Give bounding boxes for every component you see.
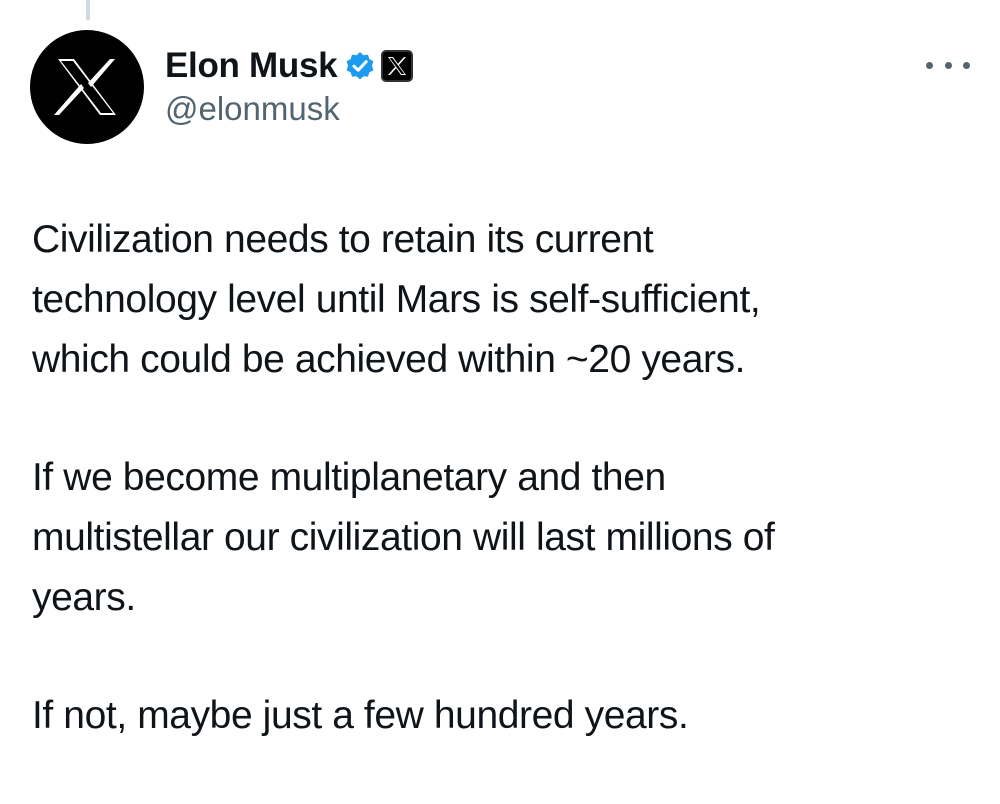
x-logo-icon xyxy=(54,59,116,115)
avatar[interactable] xyxy=(30,30,144,144)
more-dot xyxy=(944,61,952,69)
tweet-paragraph: If not, maybe just a few hundred years. xyxy=(32,694,689,737)
more-dot xyxy=(963,61,970,69)
tweet-text: Civilization needs to retain its current… xyxy=(32,210,972,804)
author-display-name[interactable]: Elon Musk xyxy=(165,46,338,86)
x-affiliate-badge-icon[interactable] xyxy=(381,50,414,82)
author-handle[interactable]: @elonmusk xyxy=(165,90,413,128)
more-dot xyxy=(926,61,933,69)
tweet-paragraph: If we become multiplanetary and then mul… xyxy=(32,456,775,619)
more-options-icon[interactable] xyxy=(922,50,974,80)
author-name-row: Elon Musk xyxy=(165,44,414,88)
tweet-paragraph: Civilization needs to retain its current… xyxy=(32,218,761,381)
tweet-author: Elon Musk @elonmusk xyxy=(165,44,414,128)
thread-connector-line xyxy=(86,0,90,20)
verified-badge-icon[interactable] xyxy=(345,51,375,81)
